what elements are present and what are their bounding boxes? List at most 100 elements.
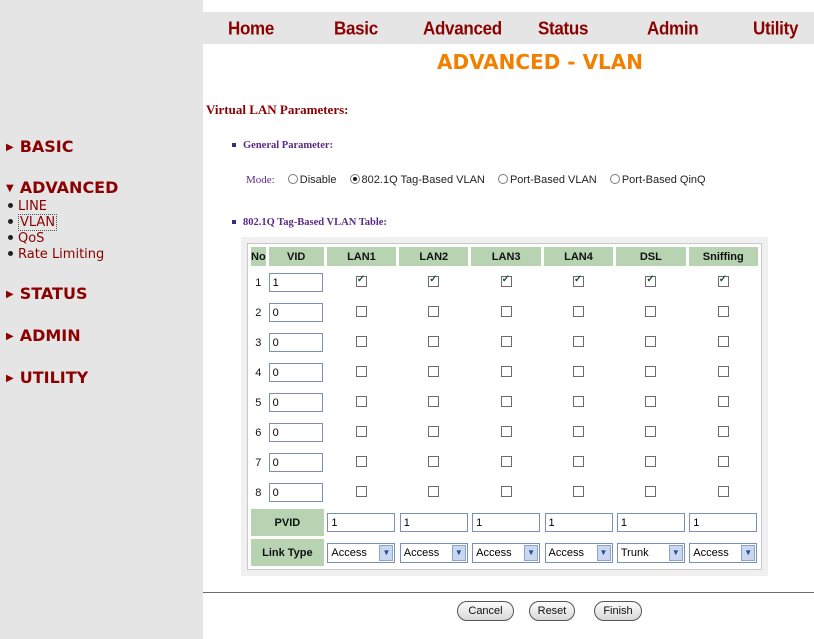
pvid-input-lan2[interactable] bbox=[399, 513, 468, 532]
lan1-checkbox[interactable] bbox=[355, 485, 367, 497]
lan1-checkbox[interactable] bbox=[355, 305, 367, 317]
lan1-checkbox[interactable] bbox=[355, 455, 367, 467]
sidebar-subitem-line[interactable]: LINE bbox=[8, 199, 47, 214]
sidebar-subitem-qos[interactable]: QoS bbox=[8, 231, 44, 246]
dsl-checkbox[interactable] bbox=[645, 305, 657, 317]
lan1-checkbox[interactable] bbox=[355, 274, 367, 287]
mode-port-qinq-radio[interactable]: Port-Based QinQ bbox=[609, 174, 706, 186]
table-row: 5 bbox=[251, 389, 758, 416]
mode-disable-radio[interactable]: Disable bbox=[287, 174, 336, 186]
sniffing-checkbox[interactable] bbox=[717, 455, 729, 467]
mode-port-based-radio[interactable]: Port-Based VLAN bbox=[497, 174, 597, 186]
lan1-checkbox[interactable] bbox=[355, 365, 367, 377]
vid-input[interactable] bbox=[268, 393, 323, 412]
dsl-checkbox[interactable] bbox=[645, 335, 657, 347]
sidebar-item-basic[interactable]: ▶ BASIC bbox=[6, 137, 74, 156]
sidebar-subitem-rate-limiting[interactable]: Rate Limiting bbox=[8, 247, 104, 262]
col-header-vid: VID bbox=[268, 247, 324, 266]
lan4-checkbox[interactable] bbox=[573, 425, 584, 437]
lan1-checkbox[interactable] bbox=[355, 335, 367, 347]
lan2-checkbox[interactable] bbox=[428, 425, 440, 437]
sniffing-checkbox[interactable] bbox=[717, 425, 729, 437]
lan3-checkbox[interactable] bbox=[500, 335, 512, 347]
nav-utility[interactable]: Utility bbox=[753, 18, 798, 40]
lan2-checkbox[interactable] bbox=[428, 365, 440, 377]
lan2-checkbox[interactable] bbox=[428, 335, 440, 347]
lan4-checkbox[interactable] bbox=[573, 274, 584, 287]
col-header-lan4: LAN4 bbox=[543, 247, 614, 266]
sniffing-checkbox[interactable] bbox=[717, 305, 729, 317]
lan4-checkbox[interactable] bbox=[573, 365, 584, 377]
sniffing-checkbox[interactable] bbox=[717, 365, 729, 377]
nav-status[interactable]: Status bbox=[538, 18, 588, 40]
reset-button[interactable]: Reset bbox=[529, 601, 575, 621]
lan3-checkbox[interactable] bbox=[500, 395, 512, 407]
vid-input[interactable] bbox=[268, 363, 323, 382]
sidebar-item-label: UTILITY bbox=[19, 368, 89, 387]
sidebar-item-status[interactable]: ▶ STATUS bbox=[6, 284, 87, 303]
lan4-checkbox[interactable] bbox=[573, 485, 584, 497]
link-type-select-lan2[interactable]: Access ▼ bbox=[399, 542, 468, 563]
row-number: 3 bbox=[255, 336, 262, 349]
link-type-select-dsl[interactable]: Trunk ▼ bbox=[616, 542, 685, 563]
dsl-checkbox[interactable] bbox=[645, 455, 657, 467]
lan2-checkbox[interactable] bbox=[428, 274, 440, 287]
pvid-input-lan1[interactable] bbox=[327, 513, 396, 532]
nav-basic[interactable]: Basic bbox=[334, 18, 378, 40]
dsl-checkbox[interactable] bbox=[645, 365, 657, 377]
link-type-select-lan1[interactable]: Access ▼ bbox=[327, 542, 396, 563]
sniffing-checkbox[interactable] bbox=[717, 485, 729, 497]
cancel-button[interactable]: Cancel bbox=[457, 601, 514, 621]
sidebar-item-advanced[interactable]: ▼ ADVANCED bbox=[6, 178, 118, 197]
sidebar-item-admin[interactable]: ▶ ADMIN bbox=[6, 326, 81, 345]
finish-button[interactable]: Finish bbox=[594, 601, 642, 621]
triangle-right-icon: ▶ bbox=[6, 289, 14, 300]
vid-input[interactable] bbox=[268, 423, 323, 442]
lan3-checkbox[interactable] bbox=[500, 455, 512, 467]
sidebar-item-utility[interactable]: ▶ UTILITY bbox=[6, 368, 88, 387]
lan2-checkbox[interactable] bbox=[428, 455, 440, 467]
chevron-down-icon: ▼ bbox=[596, 544, 611, 561]
nav-admin[interactable]: Admin bbox=[647, 18, 699, 40]
dsl-checkbox[interactable] bbox=[645, 425, 657, 437]
lan1-checkbox[interactable] bbox=[355, 395, 367, 407]
pvid-input-lan3[interactable] bbox=[472, 513, 541, 532]
dsl-checkbox[interactable] bbox=[645, 274, 657, 287]
lan4-checkbox[interactable] bbox=[573, 305, 584, 317]
dsl-checkbox[interactable] bbox=[645, 395, 657, 407]
vid-input[interactable] bbox=[268, 333, 323, 352]
nav-home[interactable]: Home bbox=[228, 18, 274, 40]
sniffing-checkbox[interactable] bbox=[717, 395, 729, 407]
lan3-checkbox[interactable] bbox=[500, 305, 512, 317]
lan4-checkbox[interactable] bbox=[573, 395, 584, 407]
page-title: ADVANCED - VLAN bbox=[436, 50, 644, 74]
link-type-select-sniffing[interactable]: Access ▼ bbox=[689, 542, 758, 563]
lan3-checkbox[interactable] bbox=[500, 365, 512, 377]
row-number: 8 bbox=[255, 486, 262, 499]
lan3-checkbox[interactable] bbox=[500, 485, 512, 497]
sidebar-subitem-vlan[interactable]: VLAN bbox=[8, 214, 58, 231]
bullet-icon bbox=[8, 235, 13, 240]
lan2-checkbox[interactable] bbox=[428, 305, 440, 317]
pvid-input-lan4[interactable] bbox=[544, 513, 613, 532]
vid-input[interactable] bbox=[268, 453, 323, 472]
dsl-checkbox[interactable] bbox=[645, 485, 657, 497]
sniffing-checkbox[interactable] bbox=[717, 335, 729, 347]
vid-input[interactable] bbox=[268, 483, 323, 502]
lan1-checkbox[interactable] bbox=[355, 425, 367, 437]
lan2-checkbox[interactable] bbox=[428, 485, 440, 497]
lan4-checkbox[interactable] bbox=[573, 335, 584, 347]
link-type-select-lan3[interactable]: Access ▼ bbox=[472, 542, 541, 563]
lan2-checkbox[interactable] bbox=[428, 395, 440, 407]
link-type-select-lan4[interactable]: Access ▼ bbox=[544, 542, 613, 563]
lan3-checkbox[interactable] bbox=[500, 425, 512, 437]
pvid-input-dsl[interactable] bbox=[616, 513, 685, 532]
vid-input[interactable] bbox=[268, 273, 323, 292]
lan3-checkbox[interactable] bbox=[500, 274, 512, 287]
sniffing-checkbox[interactable] bbox=[717, 274, 729, 287]
vid-input[interactable] bbox=[268, 303, 323, 322]
pvid-input-sniffing[interactable] bbox=[689, 513, 758, 532]
nav-advanced[interactable]: Advanced bbox=[423, 18, 502, 40]
lan4-checkbox[interactable] bbox=[573, 455, 584, 467]
mode-tag-based-radio[interactable]: 802.1Q Tag-Based VLAN bbox=[349, 174, 485, 186]
